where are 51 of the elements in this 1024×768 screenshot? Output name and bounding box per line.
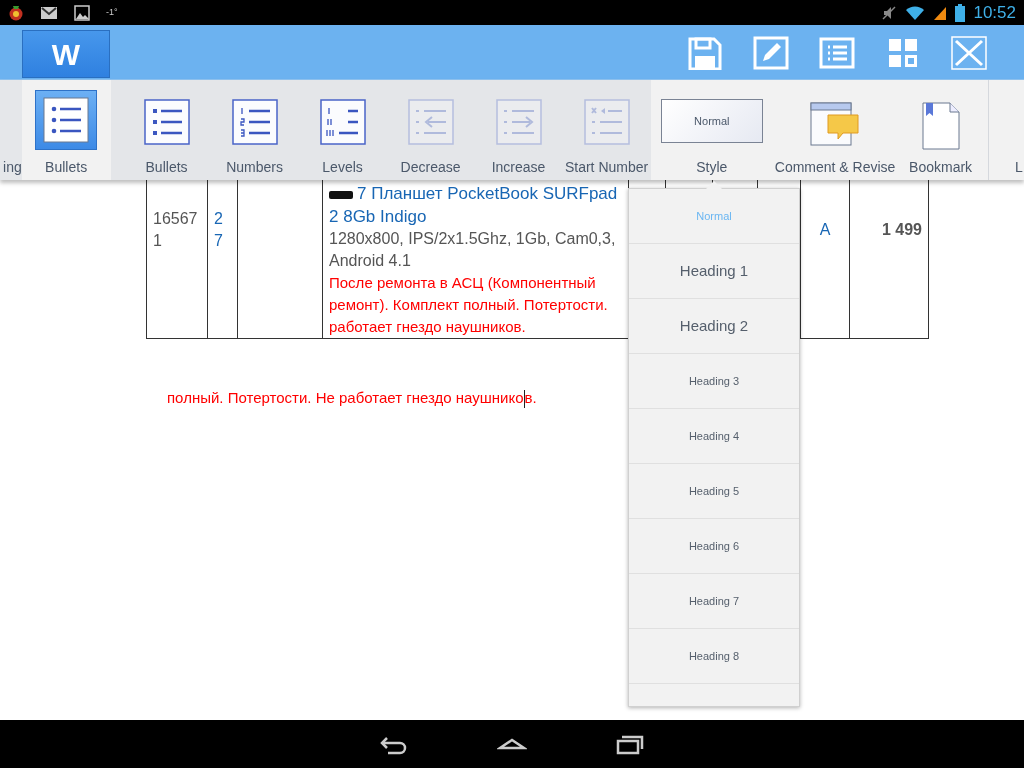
paragraph-text: полный. Потертости. Не работает гнездо наушников.: [167, 389, 537, 406]
ribbon-button[interactable]: Normal Style: [650, 80, 774, 180]
product-note: работает гнездо наушников.: [329, 317, 527, 337]
save-icon[interactable]: [687, 35, 723, 70]
bulleted-list-icon: [143, 99, 190, 145]
style-option[interactable]: Heading 3: [629, 354, 799, 409]
style-option[interactable]: Heading 7: [629, 574, 799, 629]
ribbon-button[interactable]: Levels: [298, 80, 387, 180]
product-title[interactable]: 2 8Gb Indigo: [329, 207, 427, 226]
style-option[interactable]: Heading 6: [629, 519, 799, 574]
picture-icon: [74, 4, 90, 21]
product-spec: Android 4.1: [329, 251, 412, 271]
product-title[interactable]: 7 Планшет PocketBook SURFpad: [357, 184, 618, 203]
app-logo[interactable]: W: [22, 30, 110, 78]
numbered-list-icon: [231, 99, 278, 145]
ribbon-button[interactable]: Comment & Revise: [773, 80, 898, 180]
product-note: После ремонта в АСЦ (Компонентный: [329, 273, 597, 293]
mute-icon: [881, 4, 898, 21]
device-icon: [329, 189, 353, 200]
style-option[interactable]: Heading 2: [629, 299, 799, 354]
edit-icon[interactable]: [753, 35, 789, 70]
table-cell-text: 165671: [153, 209, 199, 251]
style-option[interactable]: Heading 4: [629, 409, 799, 464]
ribbon-label[interactable]: ing: [3, 160, 22, 174]
table-cell: A: [819, 221, 831, 238]
style-option[interactable]: Heading 1: [629, 244, 799, 299]
bulleted-list-icon: [43, 97, 90, 143]
style-preview: Normal: [660, 99, 763, 143]
wifi-icon: [905, 4, 926, 21]
product-spec: 1280x800, IPS/2x1.5Ghz, 1Gb, Cam0,3,: [329, 229, 617, 249]
list-icon[interactable]: [819, 35, 855, 70]
temperature-text: -1°: [106, 5, 118, 19]
ribbon-button[interactable]: Bookmark: [897, 80, 985, 180]
close-icon[interactable]: [951, 35, 987, 70]
product-note: ремонт). Комплект полный. Потертости.: [329, 295, 609, 315]
outdent-icon: [407, 99, 454, 145]
mail-icon: [40, 5, 58, 20]
table-cell: 1 499: [881, 221, 922, 238]
battery-icon: [955, 3, 966, 22]
ribbon-label[interactable]: L: [1015, 160, 1023, 174]
style-option[interactable]: Heading 8: [629, 629, 799, 684]
clock-text: 10:52: [973, 1, 1016, 24]
app-icon: [8, 4, 24, 21]
indent-icon: [495, 99, 542, 145]
multilevel-list-icon: [319, 99, 366, 145]
style-option[interactable]: Heading 5: [629, 464, 799, 519]
ribbon-button[interactable]: Numbers: [210, 80, 299, 180]
restart-numbering-icon: [583, 99, 630, 145]
table-cell-text: 27: [214, 209, 224, 251]
ribbon-button[interactable]: Bullets: [122, 80, 211, 180]
bookmark-icon: [920, 102, 961, 150]
